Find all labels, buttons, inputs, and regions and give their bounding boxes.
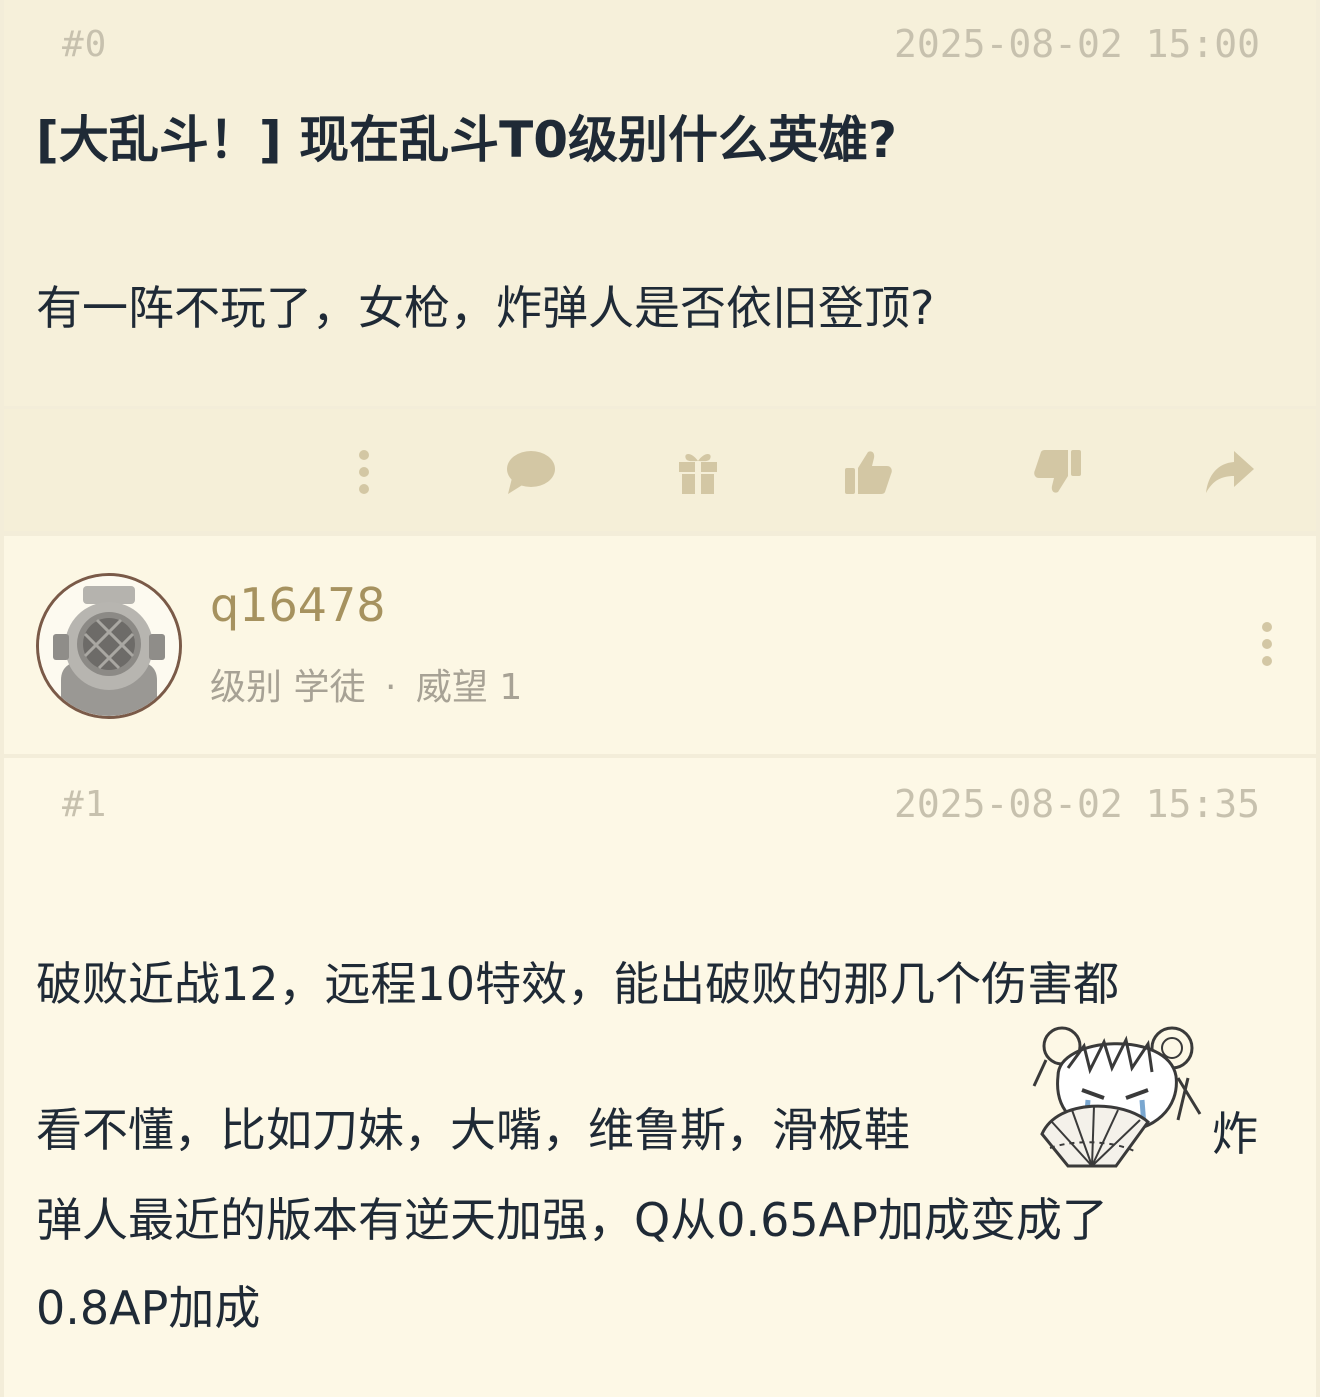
vertical-ellipsis-icon: [1262, 622, 1272, 666]
reply-post: #1 2025-08-02 15:35 破败近战12，远程10特效，能出破败的那…: [4, 758, 1316, 1397]
thread-page: #0 2025-08-02 15:00 [大乱斗！] 现在乱斗T0级别什么英雄?…: [0, 0, 1320, 1397]
diving-helmet-icon: [39, 576, 179, 716]
avatar[interactable]: [36, 573, 182, 719]
anime-girl-fan-sticker-icon: [1028, 1016, 1204, 1170]
reply-line-2: 看不懂，比如刀妹，大嘴，维鲁斯，滑板鞋: [36, 1103, 910, 1157]
share-arrow-icon: [1206, 451, 1254, 493]
thumbs-down-icon: [1034, 450, 1081, 493]
prestige-label: 威望: [415, 667, 488, 708]
reply-line-2-tail: 炸: [1212, 1107, 1258, 1161]
post-timestamp: 2025-08-02 15:00: [893, 22, 1260, 66]
reply-line-3: 弹人最近的版本有逆天加强，Q从0.65AP加成变成了: [36, 1193, 1108, 1247]
post-original: #0 2025-08-02 15:00 [大乱斗！] 现在乱斗T0级别什么英雄?…: [4, 0, 1316, 406]
vertical-ellipsis-icon: [359, 450, 369, 494]
level-label: 级别: [210, 667, 283, 708]
reply-line-1: 破败近战12，远程10特效，能出破败的那几个伤害都: [36, 957, 1120, 1011]
prestige-value: 1: [499, 667, 523, 708]
post-action-bar: [4, 409, 1316, 531]
post-body: 有一阵不玩了，女枪，炸弹人是否依旧登顶?: [36, 281, 935, 335]
user-more-button[interactable]: [1252, 616, 1282, 672]
post-timestamp: 2025-08-02 15:35: [893, 782, 1260, 826]
gift-button[interactable]: [668, 445, 728, 499]
reply-author-row: q16478 级别 学徒 · 威望 1: [4, 536, 1316, 754]
comment-button[interactable]: [500, 445, 560, 499]
user-meta: 级别 学徒 · 威望 1: [210, 658, 522, 710]
floor-number: #1: [62, 784, 108, 825]
username[interactable]: q16478: [210, 578, 386, 632]
downvote-button[interactable]: [1028, 445, 1088, 499]
share-button[interactable]: [1200, 445, 1260, 499]
more-options-button[interactable]: [334, 445, 394, 499]
speech-bubble-icon: [507, 451, 555, 494]
upvote-button[interactable]: [838, 445, 898, 499]
post-title: [大乱斗！] 现在乱斗T0级别什么英雄?: [36, 111, 898, 169]
reply-line-4: 0.8AP加成: [36, 1281, 261, 1335]
thumbs-up-icon: [845, 451, 892, 494]
floor-number: #0: [62, 24, 108, 65]
gift-icon: [679, 454, 717, 494]
level-value: 学徒: [293, 667, 366, 708]
meta-separator: ·: [384, 667, 397, 708]
